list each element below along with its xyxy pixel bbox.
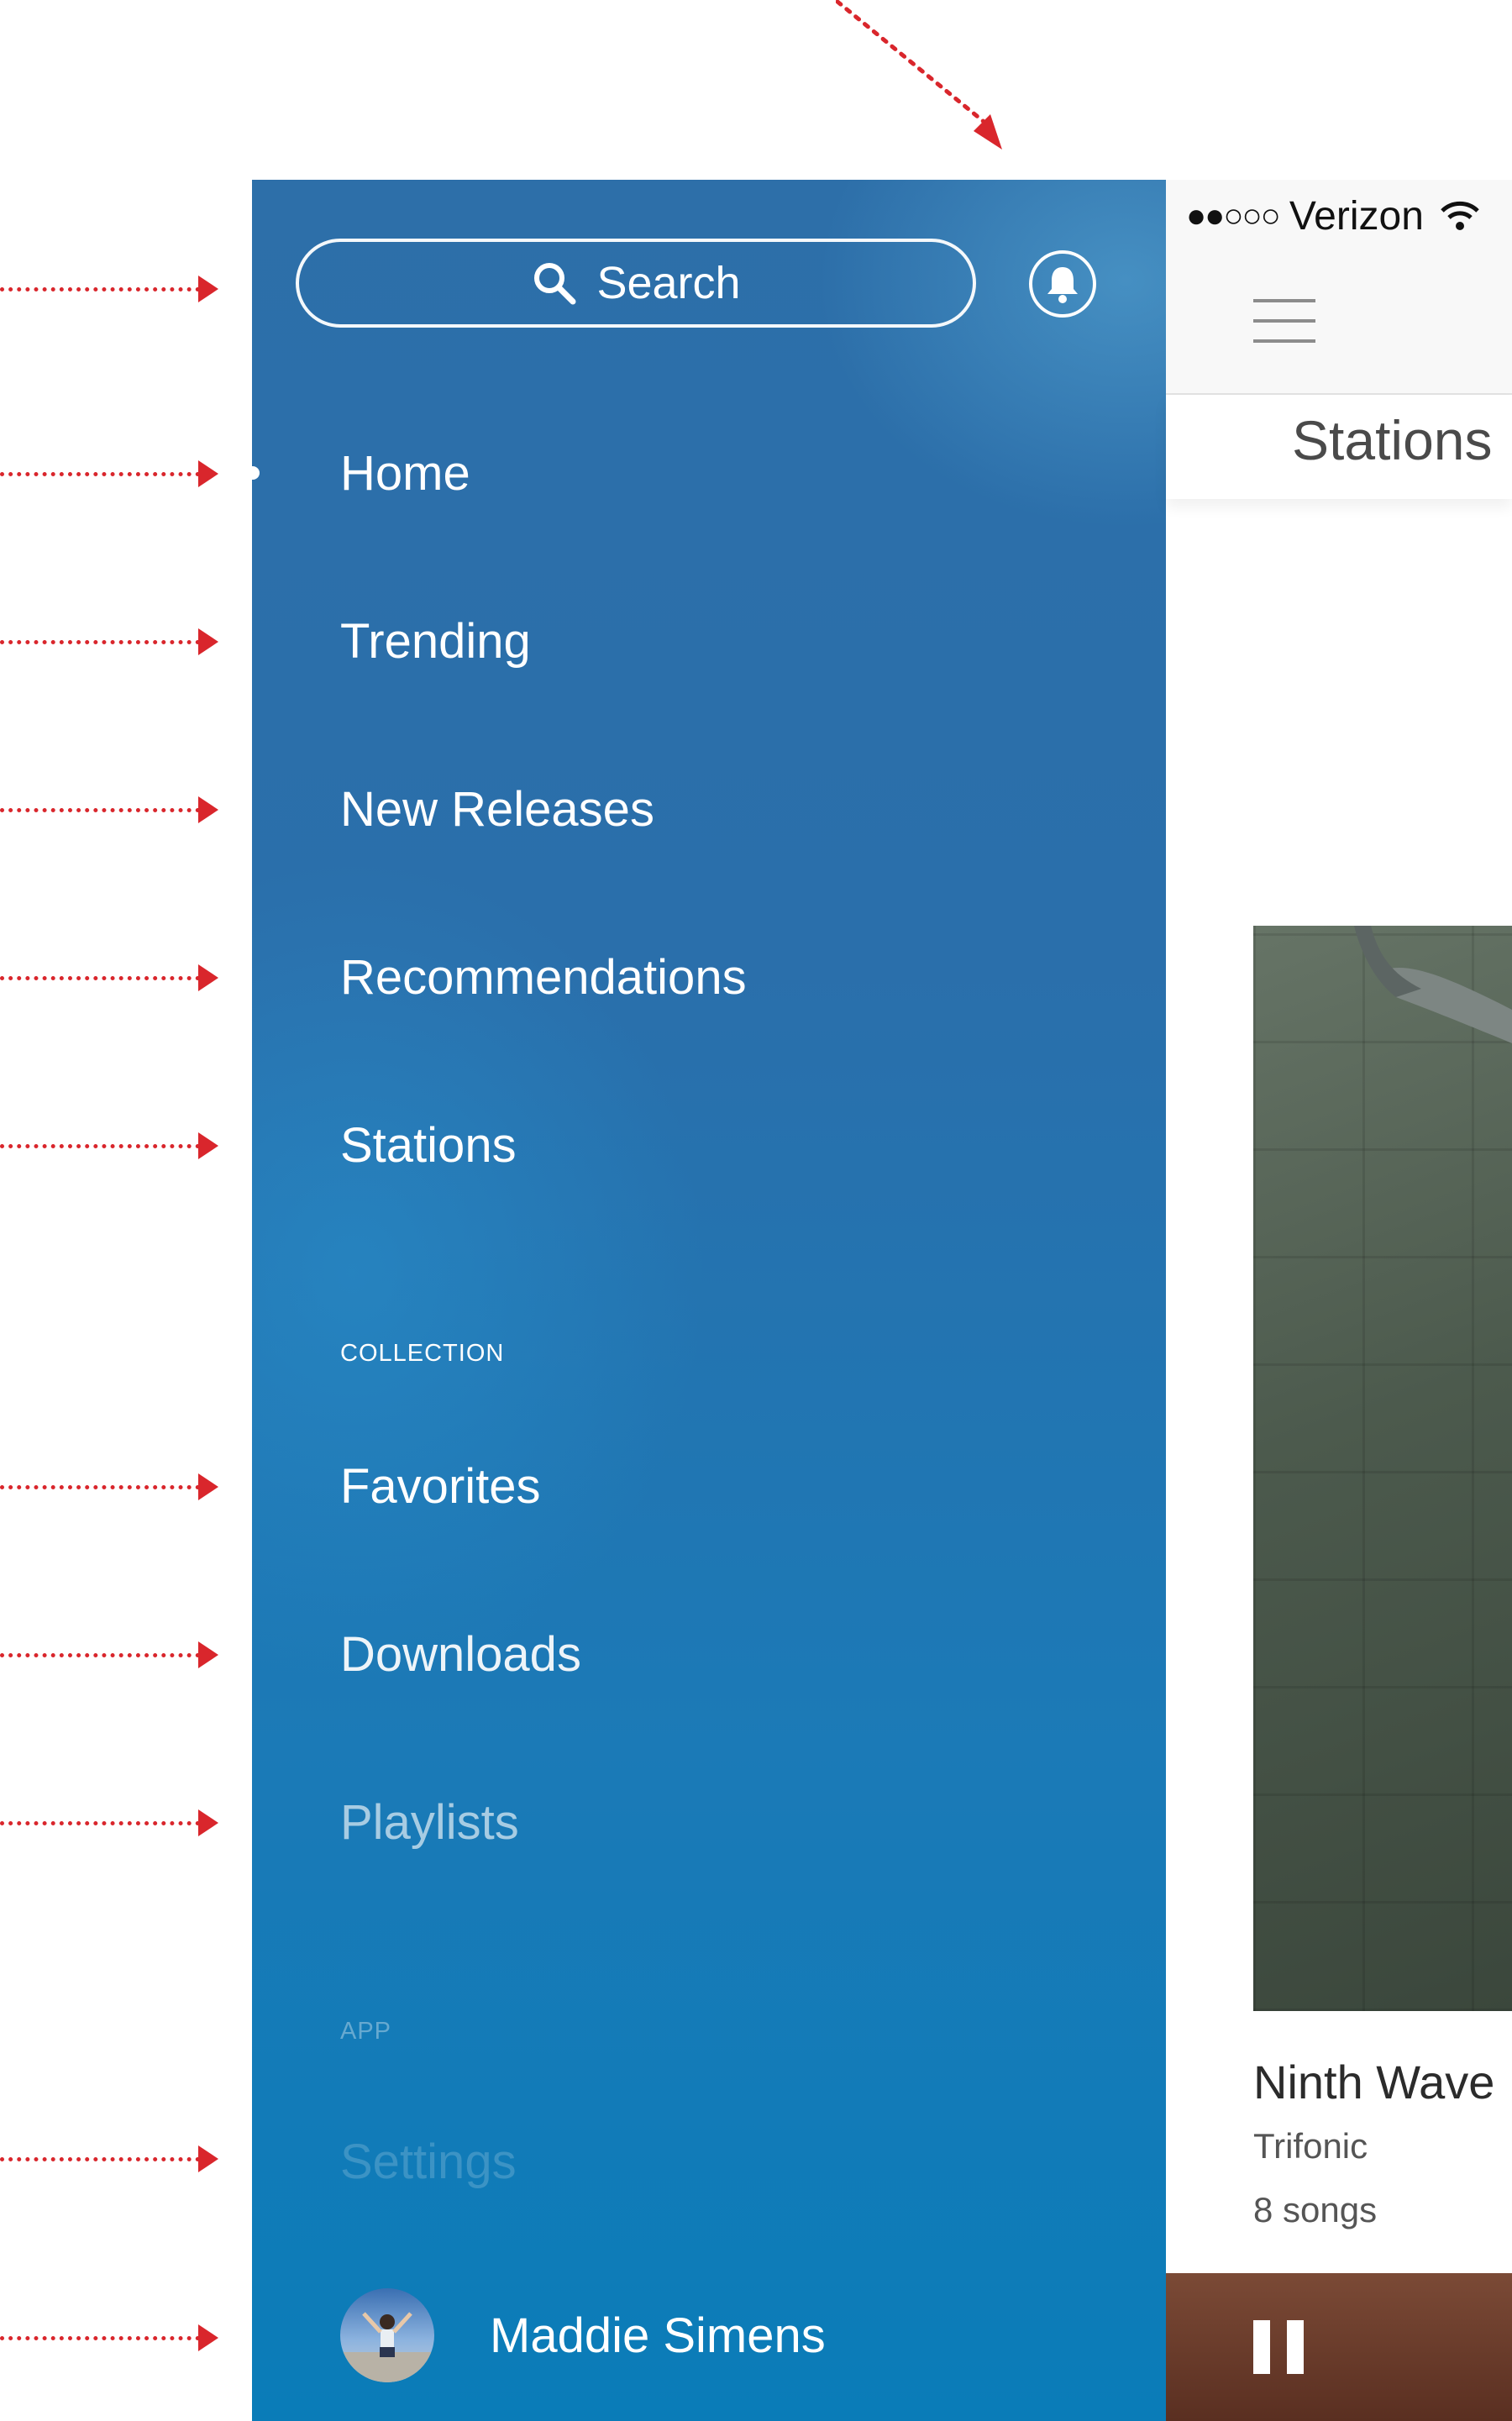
notifications-button[interactable] [1029, 250, 1096, 318]
annotation-arrow-settings [0, 2145, 218, 2172]
profile-name: Maddie Simens [490, 2308, 826, 2363]
page-title-bar: Stations [1166, 395, 1512, 499]
wifi-icon [1441, 201, 1479, 230]
annotation-arrow-diagonal [836, 0, 1002, 150]
profile-row[interactable]: Maddie Simens [340, 2288, 826, 2382]
status-bar: ●●○○○ Verizon [1166, 180, 1512, 252]
annotation-arrow-new-releases [0, 796, 218, 823]
annotation-arrow-downloads [0, 1641, 218, 1668]
annotation-arrow-profile [0, 2324, 218, 2351]
nav-item-favorites[interactable]: Favorites [340, 1458, 541, 1515]
annotation-arrow-search [0, 276, 218, 302]
nav-item-settings[interactable]: Settings [340, 2134, 517, 2190]
annotation-arrow-home [0, 460, 218, 487]
nav-item-playlists[interactable]: Playlists [340, 1794, 519, 1851]
avatar [340, 2288, 434, 2382]
album-song-count: 8 songs [1253, 2190, 1378, 2229]
nav-item-trending[interactable]: Trending [340, 613, 531, 670]
section-heading-collection: COLLECTION [340, 1340, 505, 1367]
search-icon [534, 263, 576, 305]
menu-icon[interactable] [1253, 299, 1315, 343]
pause-icon[interactable] [1253, 2320, 1304, 2374]
nav-item-home[interactable]: Home [340, 445, 470, 502]
album-title[interactable]: Ninth Wave [1253, 2055, 1494, 2109]
nav-item-new-releases[interactable]: New Releases [340, 781, 654, 838]
bird-image [1354, 926, 1512, 1043]
annotation-arrow-recommendations [0, 964, 218, 991]
mini-player [1166, 2273, 1512, 2421]
annotation-arrow-favorites [0, 1473, 218, 1500]
bell-icon [1047, 267, 1078, 303]
annotation-arrow-trending [0, 628, 218, 655]
section-heading-app: APP [340, 2018, 392, 2045]
album-artwork[interactable] [1253, 926, 1512, 2011]
nav-item-recommendations[interactable]: Recommendations [340, 949, 747, 1006]
app-header [1166, 252, 1512, 395]
active-indicator [252, 466, 260, 480]
signal-strength: ●●○○○ [1186, 197, 1281, 234]
carrier-name: Verizon [1289, 193, 1424, 239]
nav-item-downloads[interactable]: Downloads [340, 1626, 581, 1683]
search-button[interactable]: Search [296, 239, 976, 328]
nav-item-stations[interactable]: Stations [340, 1117, 517, 1174]
navigation-drawer: Search Home Trending New Releases Recomm… [252, 180, 1166, 2421]
annotation-arrow-stations [0, 1132, 218, 1159]
app-screen-peek: ●●○○○ Verizon Stations Ninth Wave Trifon… [1166, 180, 1512, 2421]
search-label: Search [596, 258, 741, 308]
page-title: Stations [1292, 409, 1493, 471]
album-artist: Trifonic [1253, 2126, 1368, 2166]
annotation-arrow-playlists [0, 1809, 218, 1836]
